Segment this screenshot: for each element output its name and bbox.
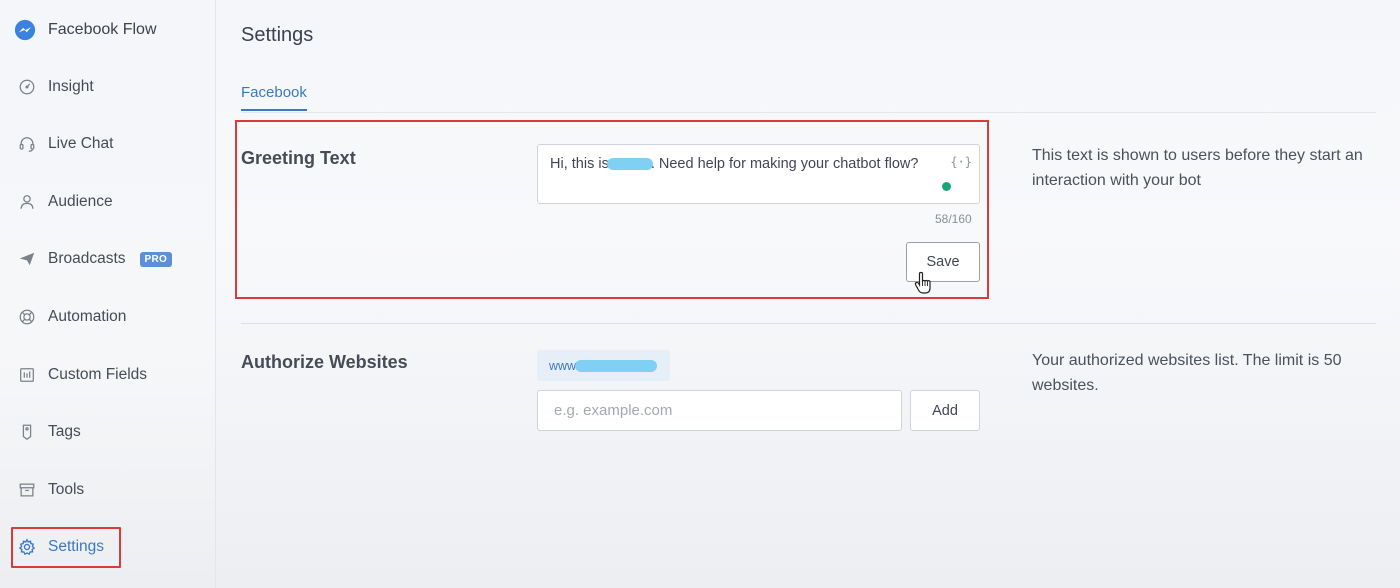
authorize-websites-title: Authorize Websites xyxy=(241,352,408,372)
columns-icon xyxy=(18,366,36,384)
user-icon xyxy=(18,193,36,211)
page-title: Settings xyxy=(241,24,314,46)
gauge-icon xyxy=(18,78,36,96)
sidebar-item-automation[interactable]: Automation xyxy=(18,303,126,331)
authorized-url-chip[interactable]: www xyxy=(537,350,670,381)
redacted-name xyxy=(606,158,653,171)
toolbox-icon xyxy=(18,481,36,499)
sidebar-item-live-chat[interactable]: Live Chat xyxy=(18,130,113,158)
sidebar-item-custom-fields[interactable]: Custom Fields xyxy=(18,361,147,389)
add-website-button[interactable]: Add xyxy=(910,390,980,431)
sidebar-item-label: Live Chat xyxy=(48,135,114,152)
settings-highlight-box xyxy=(11,527,121,568)
sidebar-item-label: Broadcasts xyxy=(48,250,126,267)
sidebar: Facebook Flow Insight Live Chat Audience… xyxy=(0,0,216,588)
greeting-text-suffix: . Need help for making your chatbot flow… xyxy=(650,156,919,172)
sidebar-item-label: Insight xyxy=(48,78,94,95)
section-divider xyxy=(241,323,1376,324)
sidebar-item-label: Automation xyxy=(48,308,127,325)
greeting-text-field[interactable]: Hi, this is . Need help for making your c… xyxy=(537,144,980,204)
url-chip-prefix: www xyxy=(549,358,577,373)
tab-divider xyxy=(241,112,1376,113)
tab-facebook[interactable]: Facebook xyxy=(241,84,307,111)
sidebar-item-label: Tools xyxy=(48,481,85,498)
character-counter: 58/160 xyxy=(935,212,972,226)
authorize-helper-text: Your authorized websites list. The limit… xyxy=(1032,352,1342,394)
sidebar-item-tools[interactable]: Tools xyxy=(18,476,84,504)
website-url-input[interactable] xyxy=(537,390,902,431)
sidebar-item-label: Audience xyxy=(48,193,113,210)
hand-cursor-icon xyxy=(914,271,931,294)
send-icon xyxy=(18,250,36,268)
insert-variable-icon[interactable]: {·} xyxy=(950,155,972,169)
tag-icon xyxy=(18,423,36,441)
greeting-helper-text: This text is shown to users before they … xyxy=(1032,147,1363,189)
redacted-url xyxy=(575,359,658,372)
sidebar-item-insight[interactable]: Insight xyxy=(18,73,94,101)
messenger-icon xyxy=(14,19,36,41)
sidebar-item-audience[interactable]: Audience xyxy=(18,188,113,216)
sidebar-item-tags[interactable]: Tags xyxy=(18,418,81,446)
status-dot xyxy=(942,182,951,191)
sidebar-item-label: Tags xyxy=(48,423,81,440)
greeting-text-title: Greeting Text xyxy=(241,148,356,168)
sidebar-item-broadcasts[interactable]: Broadcasts PRO xyxy=(18,245,173,273)
lifebuoy-icon xyxy=(18,308,36,326)
greeting-text-prefix: Hi, this is xyxy=(550,156,609,172)
brand-label: Facebook Flow xyxy=(48,21,157,38)
brand[interactable]: Facebook Flow xyxy=(14,16,157,44)
sidebar-item-label: Custom Fields xyxy=(48,366,148,383)
headset-icon xyxy=(18,135,36,153)
pro-badge: PRO xyxy=(139,251,173,267)
